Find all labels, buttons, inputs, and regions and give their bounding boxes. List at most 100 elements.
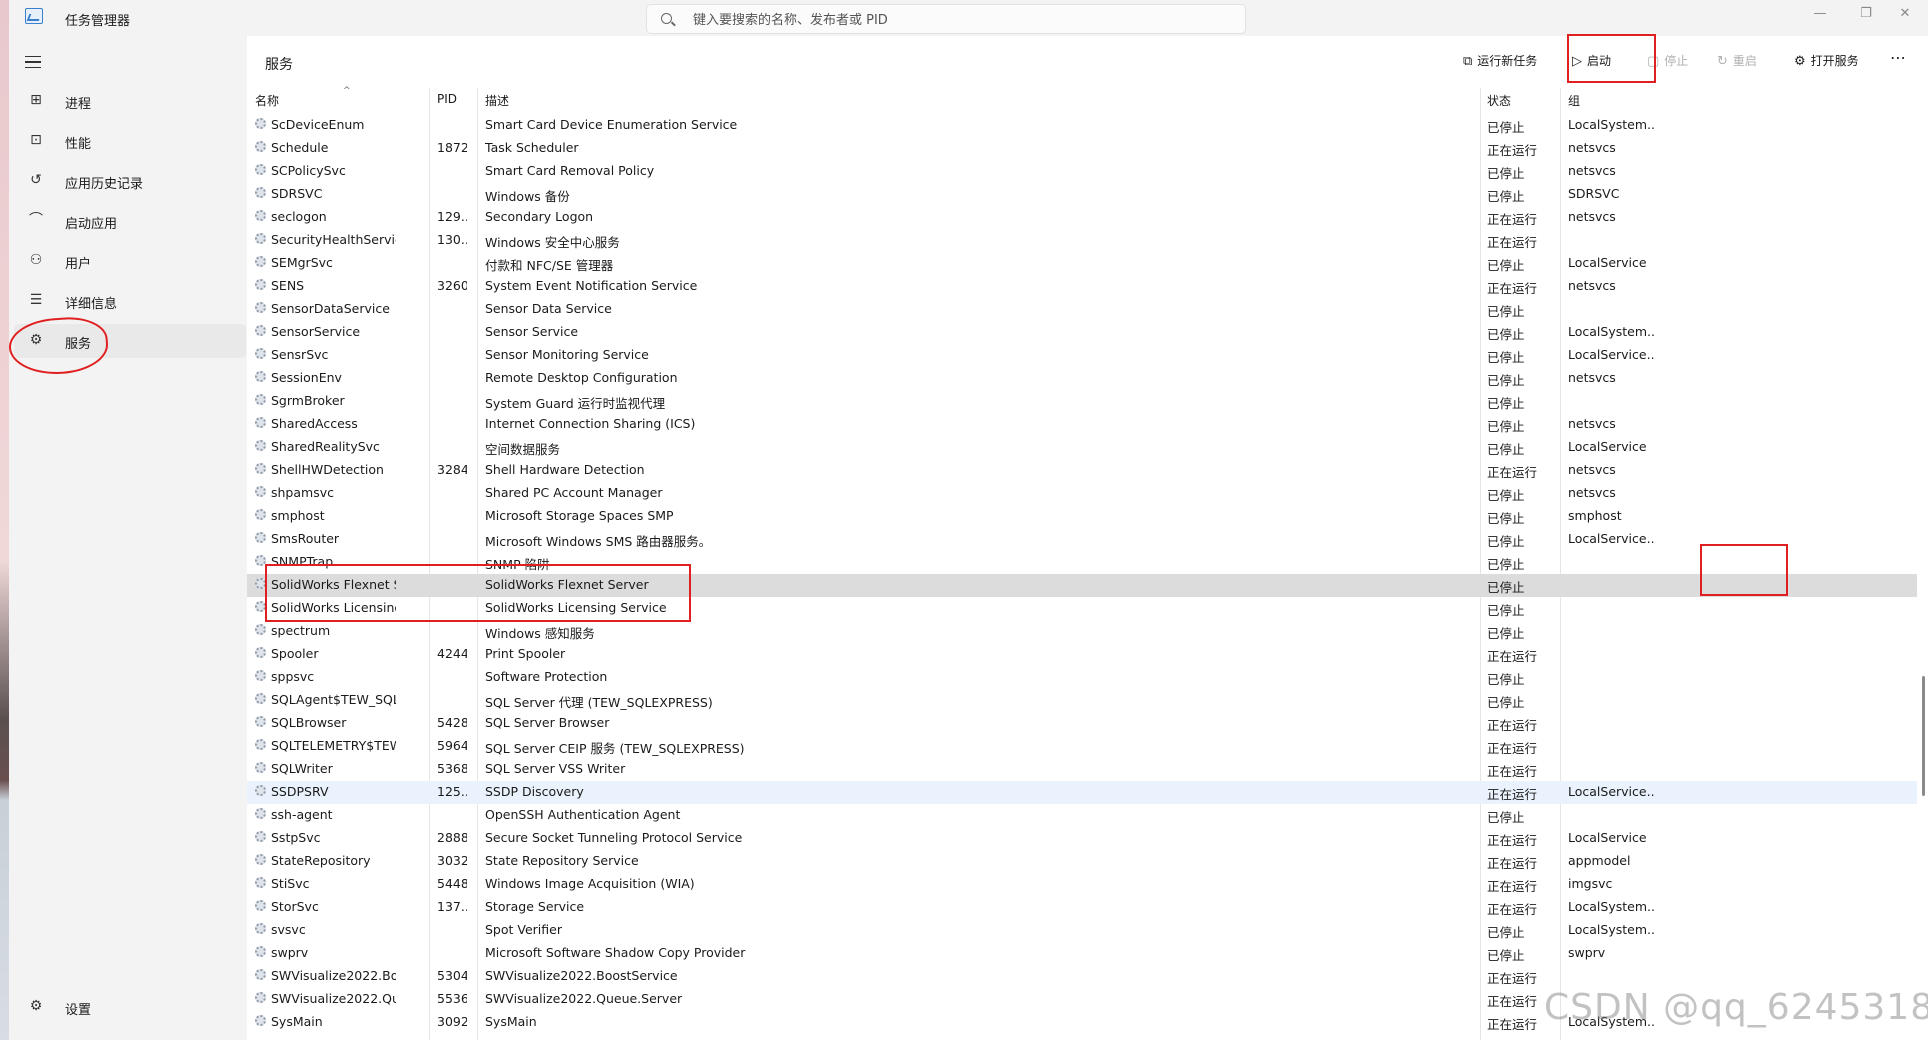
table-row[interactable]: SEMgrSvc 付款和 NFC/SE 管理器 已停止 LocalService <box>247 252 1917 275</box>
sidebar-item-details[interactable]: ☰ 详细信息 <box>14 284 246 318</box>
column-header-name[interactable]: 名称 ^ <box>255 86 351 109</box>
service-name-cell: SharedAccess <box>271 416 358 431</box>
table-row[interactable]: SecurityHealthService 130... Windows 安全中心服… <box>247 229 1917 252</box>
service-name-cell: SENS <box>271 278 305 293</box>
sidebar-item-app-history[interactable]: ↺ 应用历史记录 <box>14 164 246 198</box>
minimize-button[interactable]: — <box>1797 0 1843 32</box>
table-row[interactable]: SensorService Sensor Service 已停止 LocalSyste… <box>247 321 1917 344</box>
group-cell: netsvcs <box>1568 163 1616 178</box>
service-gear-icon <box>255 417 266 428</box>
table-row[interactable]: svsvc Spot Verifier 已停止 LocalSystem... <box>247 919 1917 942</box>
column-header-status[interactable]: 状态 <box>1487 92 1511 109</box>
sidebar-item-label: 设置 <box>65 1003 92 1018</box>
group-cell: netsvcs <box>1568 462 1616 477</box>
table-row[interactable]: ScDeviceEnum Smart Card Device Enumeratio… <box>247 114 1917 137</box>
group-cell: SDRSVC <box>1568 186 1620 201</box>
sidebar-item-processes[interactable]: ⊞ 进程 <box>14 84 246 118</box>
status-cell: 已停止 <box>1487 626 1525 641</box>
pid-cell: 1872 <box>437 140 467 155</box>
open-services-button[interactable]: ⚙ 打开服务 <box>1794 52 1859 78</box>
table-row[interactable]: SQLAgent$TEW_SQLEX... SQL Server 代理 (TEW_… <box>247 689 1917 712</box>
table-row[interactable]: StorSvc 137... Storage Service 正在运行 LocalSys… <box>247 896 1917 919</box>
table-row[interactable]: SstpSvc 2888 Secure Socket Tunneling Proto… <box>247 827 1917 850</box>
restart-icon: ↻ <box>1717 54 1728 69</box>
description-cell: Spot Verifier <box>485 922 562 937</box>
table-row[interactable]: smphost Microsoft Storage Spaces SMP 已停止 sm… <box>247 505 1917 528</box>
table-row[interactable]: shpamsvc Shared PC Account Manager 已停止 nets… <box>247 482 1917 505</box>
table-row[interactable]: SCPolicySvc Smart Card Removal Policy 已停止 n… <box>247 160 1917 183</box>
table-row[interactable]: SensrSvc Sensor Monitoring Service 已停止 Loca… <box>247 344 1917 367</box>
table-row[interactable]: Schedule 1872 Task Scheduler 正在运行 netsvcs <box>247 137 1917 160</box>
pid-cell: 5536 <box>437 991 467 1006</box>
description-cell: Smart Card Removal Policy <box>485 163 655 178</box>
service-name-cell: SQLAgent$TEW_SQLEX... <box>271 692 396 707</box>
sidebar-item-performance[interactable]: ⊡ 性能 <box>14 124 246 158</box>
status-cell: 已停止 <box>1487 557 1525 572</box>
open-services-icon: ⚙ <box>1794 54 1806 69</box>
service-gear-icon <box>255 302 266 313</box>
service-name-cell: SQLBrowser <box>271 715 347 730</box>
column-header-group[interactable]: 组 <box>1568 92 1580 109</box>
table-row[interactable]: SQLBrowser 5428 SQL Server Browser 正在运行 <box>247 712 1917 735</box>
service-gear-icon <box>255 923 266 934</box>
table-row[interactable]: sppsvc Software Protection 已停止 <box>247 666 1917 689</box>
status-cell: 已停止 <box>1487 189 1525 204</box>
service-name-cell: SEMgrSvc <box>271 255 333 270</box>
sidebar-item-settings[interactable]: ⚙ 设置 <box>14 990 246 1024</box>
table-row[interactable]: seclogon 129... Secondary Logon 正在运行 netsvcs <box>247 206 1917 229</box>
table-row[interactable]: SmsRouter Microsoft Windows SMS 路由器服务。 已停止… <box>247 528 1917 551</box>
status-cell: 已停止 <box>1487 304 1525 319</box>
service-gear-icon <box>255 210 266 221</box>
table-row[interactable]: SgrmBroker System Guard 运行时监视代理 已停止 <box>247 390 1917 413</box>
table-row[interactable]: SWVisualize2022.Boost... 5304 SWVisualize2… <box>247 965 1917 988</box>
hamburger-menu-icon[interactable] <box>25 56 41 68</box>
more-options-button[interactable]: ⋯ <box>1890 48 1906 74</box>
table-row[interactable]: SharedRealitySvc 空间数据服务 已停止 LocalService <box>247 436 1917 459</box>
description-cell: Shell Hardware Detection <box>485 462 645 477</box>
service-name-cell: sppsvc <box>271 669 315 684</box>
description-cell: Smart Card Device Enumeration Service <box>485 117 738 132</box>
search-box[interactable] <box>646 4 1246 34</box>
table-row[interactable]: SENS 3260 System Event Notification Servic… <box>247 275 1917 298</box>
table-row[interactable]: Spooler 4244 Print Spooler 正在运行 <box>247 643 1917 666</box>
table-row[interactable]: ssh-agent OpenSSH Authentication Agent 已停止 <box>247 804 1917 827</box>
sidebar-item-users[interactable]: ⚇ 用户 <box>14 244 246 278</box>
restart-service-button[interactable]: ↻ 重启 <box>1717 52 1757 78</box>
table-row[interactable]: spectrum Windows 感知服务 已停止 <box>247 620 1917 643</box>
search-input[interactable] <box>691 9 1215 31</box>
description-cell: System Event Notification Service <box>485 278 698 293</box>
watermark: CSDN @qq_62453186 <box>1544 987 1928 1028</box>
group-cell: LocalService... <box>1568 347 1654 362</box>
table-row[interactable]: SDRSVC Windows 备份 已停止 SDRSVC <box>247 183 1917 206</box>
description-cell: SQL Server CEIP 服务 (TEW_SQLEXPRESS) <box>485 741 745 756</box>
annotation-box-status <box>1700 544 1788 596</box>
users-icon: ⚇ <box>29 252 43 268</box>
table-row[interactable]: SQLTELEMETRY$TEW_... 5964 SQL Server CEIP … <box>247 735 1917 758</box>
sidebar-item-startup-apps[interactable]: ⌒ 启动应用 <box>14 204 246 238</box>
column-header-description[interactable]: 描述 <box>485 92 509 109</box>
table-row[interactable]: SSDPSRV 125... SSDP Discovery 正在运行 LocalServ… <box>247 781 1917 804</box>
description-cell: Shared PC Account Manager <box>485 485 663 500</box>
service-gear-icon <box>255 532 266 543</box>
status-cell: 正在运行 <box>1487 143 1538 158</box>
service-name-cell: svsvc <box>271 922 306 937</box>
close-button[interactable]: ✕ <box>1882 0 1928 32</box>
run-new-task-button[interactable]: ⧉ 运行新任务 <box>1463 52 1537 78</box>
service-gear-icon <box>255 854 266 865</box>
pid-cell: 5368 <box>437 761 467 776</box>
table-row[interactable]: StiSvc 5448 Windows Image Acquisition (WIA… <box>247 873 1917 896</box>
status-cell: 正在运行 <box>1487 787 1538 802</box>
status-cell: 正在运行 <box>1487 994 1538 1009</box>
column-header-pid[interactable]: PID <box>437 92 457 106</box>
table-row[interactable]: SharedAccess Internet Connection Sharing … <box>247 413 1917 436</box>
vertical-scrollbar[interactable] <box>1922 676 1925 796</box>
table-row[interactable]: swprv Microsoft Software Shadow Copy Prov… <box>247 942 1917 965</box>
table-row[interactable]: StateRepository 3032 State Repository Serv… <box>247 850 1917 873</box>
table-row[interactable]: SessionEnv Remote Desktop Configuration 已停… <box>247 367 1917 390</box>
table-row[interactable]: ShellHWDetection 3284 Shell Hardware Detec… <box>247 459 1917 482</box>
table-row[interactable]: SensorDataService Sensor Data Service 已停止 <box>247 298 1917 321</box>
table-row[interactable]: SQLWriter 5368 SQL Server VSS Writer 正在运行 <box>247 758 1917 781</box>
page-title: 服务 <box>265 57 293 73</box>
description-cell: Sensor Data Service <box>485 301 612 316</box>
status-cell: 已停止 <box>1487 925 1525 940</box>
